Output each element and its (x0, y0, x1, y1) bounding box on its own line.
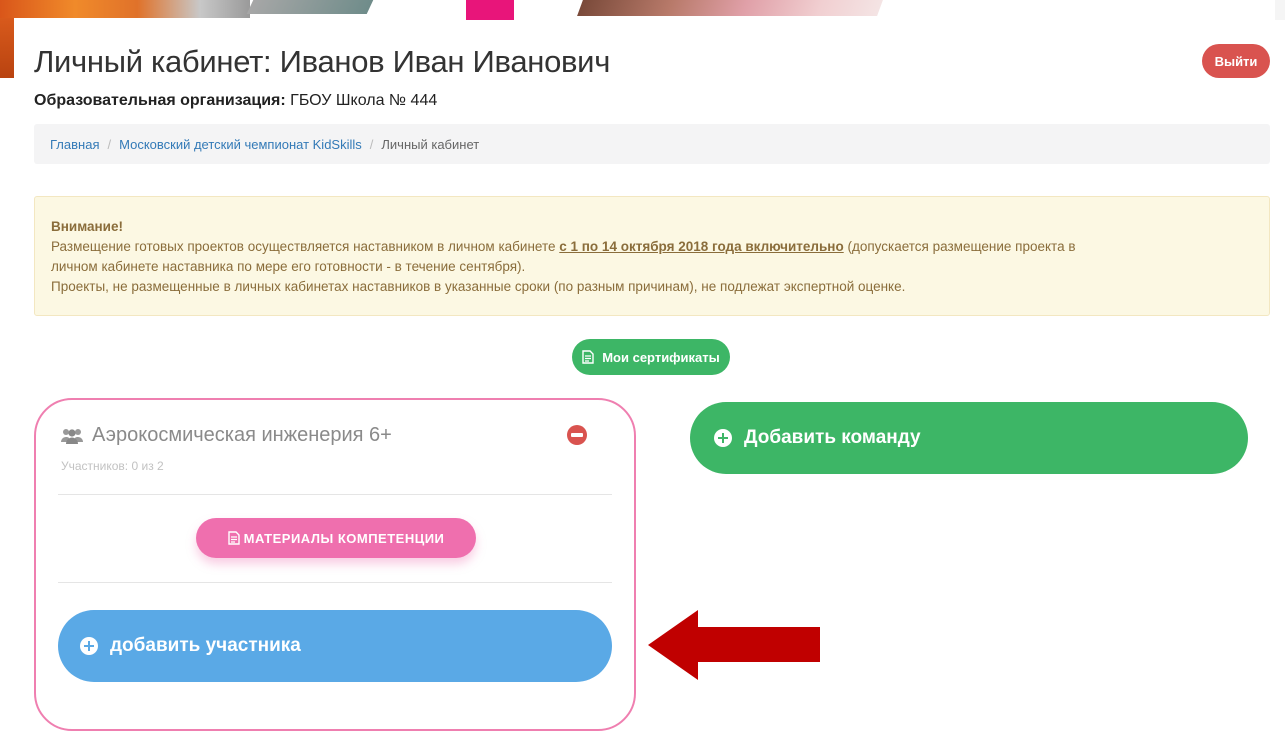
alert-line-3: Проекты, не размещенные в личных кабинет… (51, 279, 906, 294)
my-certificates-button[interactable]: Мои сертификаты (572, 339, 730, 375)
team-members-count: Участников: 0 из 2 (61, 459, 164, 473)
document-icon (227, 531, 240, 545)
organization-line: Образовательная организация: ГБОУ Школа … (34, 92, 437, 110)
header-banner (0, 0, 1285, 22)
logout-button[interactable]: Выйти (1202, 44, 1270, 78)
banner-image-segment (1275, 0, 1285, 22)
alert-title: Внимание! (51, 219, 123, 234)
alert-line-1: Размещение готовых проектов осуществляет… (51, 237, 1253, 257)
add-team-button[interactable]: Добавить команду (690, 402, 1248, 474)
document-icon (582, 350, 594, 364)
breadcrumb-separator: / (107, 136, 112, 152)
add-member-button[interactable]: добавить участника (58, 610, 612, 682)
breadcrumb-current: Личный кабинет (381, 136, 480, 152)
banner-image-segment (0, 0, 250, 18)
minus-circle-icon[interactable] (567, 425, 587, 445)
team-card: Аэрокосмическая инженерия 6+ Участников:… (34, 398, 636, 731)
add-team-label: Добавить команду (744, 427, 921, 448)
team-name: Аэрокосмическая инженерия 6+ (60, 424, 392, 447)
add-member-label: добавить участника (110, 635, 301, 656)
breadcrumb-separator: / (369, 136, 374, 152)
warning-alert: Внимание! Размещение готовых проектов ос… (34, 196, 1270, 316)
breadcrumb: Главная / Московский детский чемпионат K… (34, 124, 1270, 164)
users-icon (61, 428, 83, 444)
divider (58, 494, 612, 495)
competence-materials-label: МАТЕРИАЛЫ КОМПЕТЕНЦИИ (243, 530, 445, 546)
my-certificates-label: Мои сертификаты (602, 349, 720, 365)
plus-circle-icon (714, 429, 732, 447)
alert-text: (допускается размещение проекта в (843, 239, 1076, 254)
alert-line-2: личном кабинете наставника по мере его г… (51, 259, 526, 274)
breadcrumb-championship[interactable]: Московский детский чемпионат KidSkills (119, 137, 362, 152)
team-title: Аэрокосмическая инженерия 6+ (92, 424, 392, 446)
competence-materials-button[interactable]: МАТЕРИАЛЫ КОМПЕТЕНЦИИ (196, 518, 476, 558)
banner-image-segment (466, 0, 514, 20)
left-arrow-icon (648, 610, 820, 680)
page-title: Личный кабинет: Иванов Иван Иванович (34, 44, 611, 79)
divider (58, 582, 612, 583)
breadcrumb-home[interactable]: Главная (50, 137, 99, 152)
banner-side-strip (0, 18, 14, 78)
banner-image-segment (577, 0, 883, 16)
alert-text: Размещение готовых проектов осуществляет… (51, 239, 560, 254)
organization-value: ГБОУ Школа № 444 (290, 92, 438, 109)
organization-label: Образовательная организация: (34, 92, 286, 109)
plus-circle-icon (80, 637, 98, 655)
alert-deadline: с 1 по 14 октября 2018 года включительно (559, 239, 844, 254)
banner-image-segment (246, 0, 374, 14)
